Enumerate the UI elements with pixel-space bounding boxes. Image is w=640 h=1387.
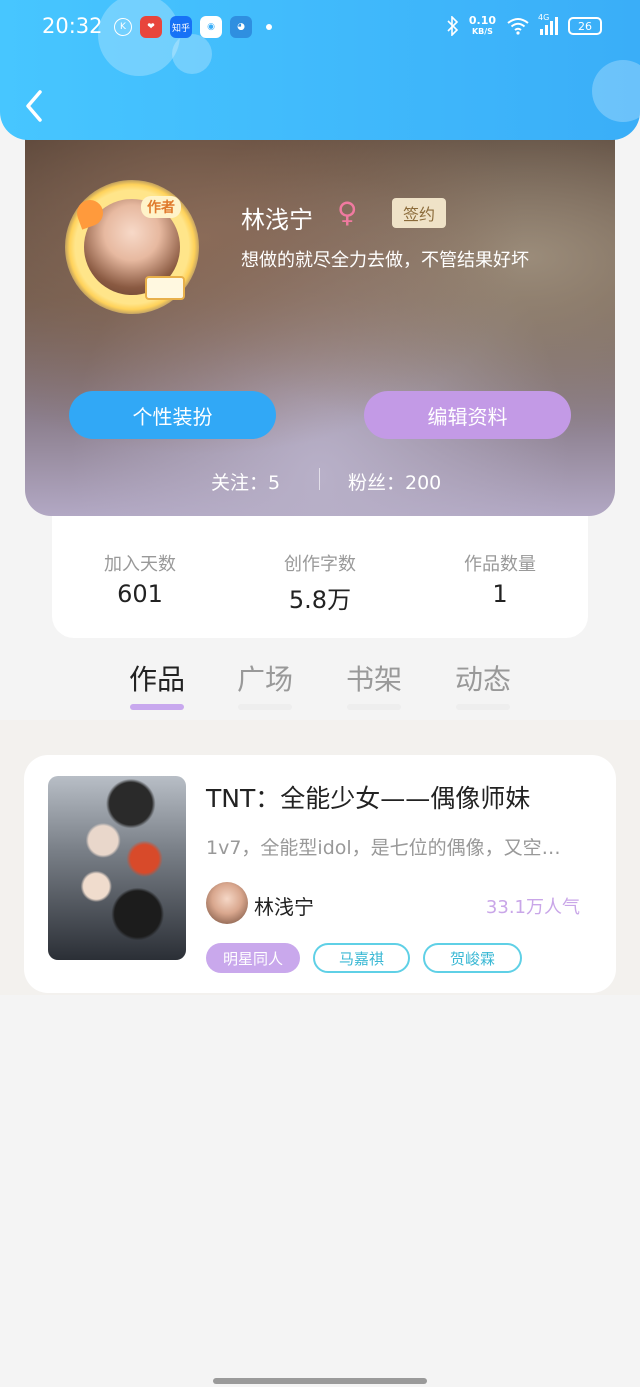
stat-join-days: 加入天数 601 [104,554,176,608]
following-count[interactable]: 关注：5 [211,468,280,495]
author-avatar [206,882,248,924]
creator-stats: 加入天数 601 创作字数 5.8万 作品数量 1 [52,516,588,638]
more-dot-icon [266,24,272,30]
avatar[interactable]: 作者 [65,180,199,314]
work-card[interactable]: TNT：全能少女——偶像师妹 1v7，全能型idol，是七位的偶像，又空… 林浅… [24,755,616,993]
heart-app-icon: ❤ [140,16,162,38]
zhihu-app-icon: 知乎 [170,16,192,38]
signed-badge: 签约 [392,198,446,228]
stat-work-count: 作品数量 1 [464,554,536,608]
tag-category[interactable]: 明星同人 [206,943,300,973]
personal-dress-button[interactable]: 个性装扮 [69,391,276,439]
network-speed: 0.10 KB/S [468,14,496,36]
k-app-icon: K [114,18,132,36]
tab-square[interactable]: 广场 [225,658,305,698]
cell-signal-icon: 4G [538,13,558,35]
bluetooth-icon [447,16,458,36]
author-badge: 作者 [141,196,181,218]
browser-app-icon: ◉ [200,16,222,38]
clock: 20:32 [42,14,103,38]
fans-count[interactable]: 粉丝：200 [348,468,441,495]
work-title[interactable]: TNT：全能少女——偶像师妹 [206,779,530,815]
work-tags: 明星同人 马嘉祺 贺峻霖 [206,943,522,973]
top-header: 20:32 K ❤ 知乎 ◉ ◕ 0.10 KB/S 4G 26 [0,0,640,140]
tag-character[interactable]: 贺峻霖 [423,943,522,973]
tab-works[interactable]: 作品 [117,658,197,698]
divider [319,468,320,490]
book-icon [145,276,185,300]
book-cover[interactable] [48,776,186,960]
status-bar: 20:32 K ❤ 知乎 ◉ ◕ 0.10 KB/S 4G 26 [0,0,640,58]
tab-bookshelf-indicator [347,704,401,710]
user-name: 林浅宁 [241,206,313,234]
female-icon: ♀ [337,196,358,229]
author-name: 林浅宁 [254,895,314,919]
work-description: 1v7，全能型idol，是七位的偶像，又空… [206,837,561,859]
back-arrow-icon[interactable] [22,88,48,124]
home-indicator[interactable] [213,1378,427,1384]
follow-stats: 关注：5 粉丝：200 [25,468,615,495]
profile-tabs: 作品 广场 书架 动态 [0,650,640,720]
tab-square-indicator [238,704,292,710]
qq-app-icon: ◕ [230,16,252,38]
tab-activity[interactable]: 动态 [443,658,523,698]
tab-works-indicator [130,704,184,710]
wifi-icon [507,18,529,35]
edit-profile-button[interactable]: 编辑资料 [364,391,571,439]
decor-bubble [592,60,640,122]
stat-word-count: 创作字数 5.8万 [284,554,356,614]
notification-icons: K ❤ 知乎 ◉ ◕ [114,16,272,38]
status-indicators: 0.10 KB/S 4G 26 [447,13,602,37]
user-motto: 想做的就尽全力去做，不管结果好坏 [241,250,529,271]
popularity-count: 33.1万人气 [485,897,580,918]
battery-icon: 26 [568,17,602,35]
tag-character[interactable]: 马嘉祺 [313,943,410,973]
profile-card: 作者 林浅宁 ♀ 签约 想做的就尽全力去做，不管结果好坏 个性装扮 编辑资料 关… [25,118,615,516]
tab-bookshelf[interactable]: 书架 [334,658,414,698]
tab-activity-indicator [456,704,510,710]
